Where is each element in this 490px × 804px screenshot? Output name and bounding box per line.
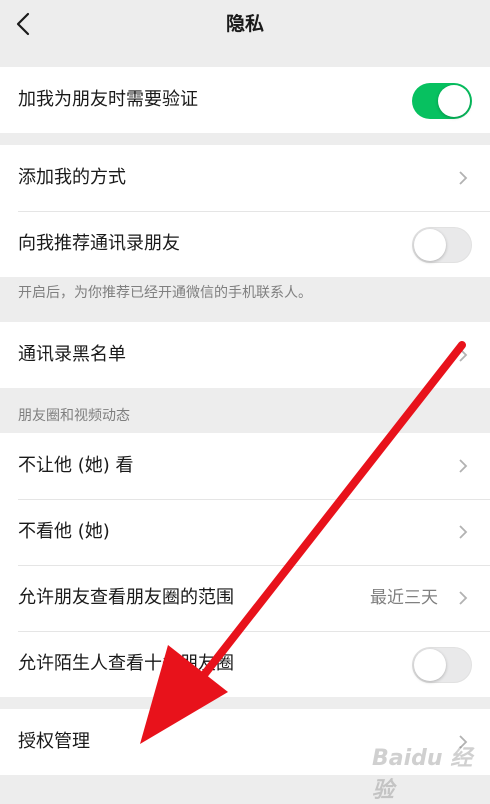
dont-see-row[interactable]: 不看他 (她): [0, 499, 490, 565]
blacklist-group: 通讯录黑名单: [0, 322, 490, 388]
dont-see-label: 不看他 (她): [18, 521, 110, 542]
chevron-right-icon: [459, 525, 468, 539]
authorization-label: 授权管理: [18, 731, 90, 752]
moments-range-label: 允许朋友查看朋友圈的范围: [18, 587, 234, 608]
chevron-right-icon: [459, 171, 468, 185]
dont-let-see-label: 不让他 (她) 看: [18, 455, 134, 476]
top-bar: 隐私: [0, 0, 490, 50]
chevron-right-icon: [459, 348, 468, 362]
verify-toggle[interactable]: [412, 83, 472, 119]
add-method-row[interactable]: 添加我的方式: [0, 145, 490, 211]
blacklist-label: 通讯录黑名单: [18, 344, 126, 365]
stranger-view-toggle[interactable]: [412, 647, 472, 683]
moments-section-header: 朋友圈和视频动态: [18, 408, 130, 424]
toggle-knob: [414, 649, 446, 681]
recommend-toggle[interactable]: [412, 227, 472, 263]
verify-row[interactable]: 加我为朋友时需要验证: [0, 67, 490, 133]
toggle-knob: [438, 85, 470, 117]
moments-group: 不让他 (她) 看 不看他 (她) 允许朋友查看朋友圈的范围 最近三天 允许陌生…: [0, 433, 490, 697]
dont-let-see-row[interactable]: 不让他 (她) 看: [0, 433, 490, 499]
recommend-note: 开启后，为你推荐已经开通微信的手机联系人。: [18, 285, 312, 301]
page-title: 隐私: [225, 13, 264, 35]
add-group: 添加我的方式 向我推荐通讯录朋友: [0, 145, 490, 277]
chevron-right-icon: [459, 591, 468, 605]
verify-label: 加我为朋友时需要验证: [18, 89, 198, 110]
toggle-knob: [414, 229, 446, 261]
add-method-label: 添加我的方式: [18, 167, 126, 188]
recommend-label: 向我推荐通讯录朋友: [18, 233, 180, 254]
recommend-row[interactable]: 向我推荐通讯录朋友: [0, 211, 490, 277]
watermark-logo: Baidu 经验: [372, 746, 473, 803]
moments-range-row[interactable]: 允许朋友查看朋友圈的范围 最近三天: [0, 565, 490, 631]
blacklist-row[interactable]: 通讯录黑名单: [0, 322, 490, 388]
moments-range-value: 最近三天: [370, 588, 438, 608]
stranger-view-label: 允许陌生人查看十条朋友圈: [18, 653, 234, 674]
stranger-view-row[interactable]: 允许陌生人查看十条朋友圈: [0, 631, 490, 697]
verify-group: 加我为朋友时需要验证: [0, 67, 490, 133]
chevron-right-icon: [459, 459, 468, 473]
